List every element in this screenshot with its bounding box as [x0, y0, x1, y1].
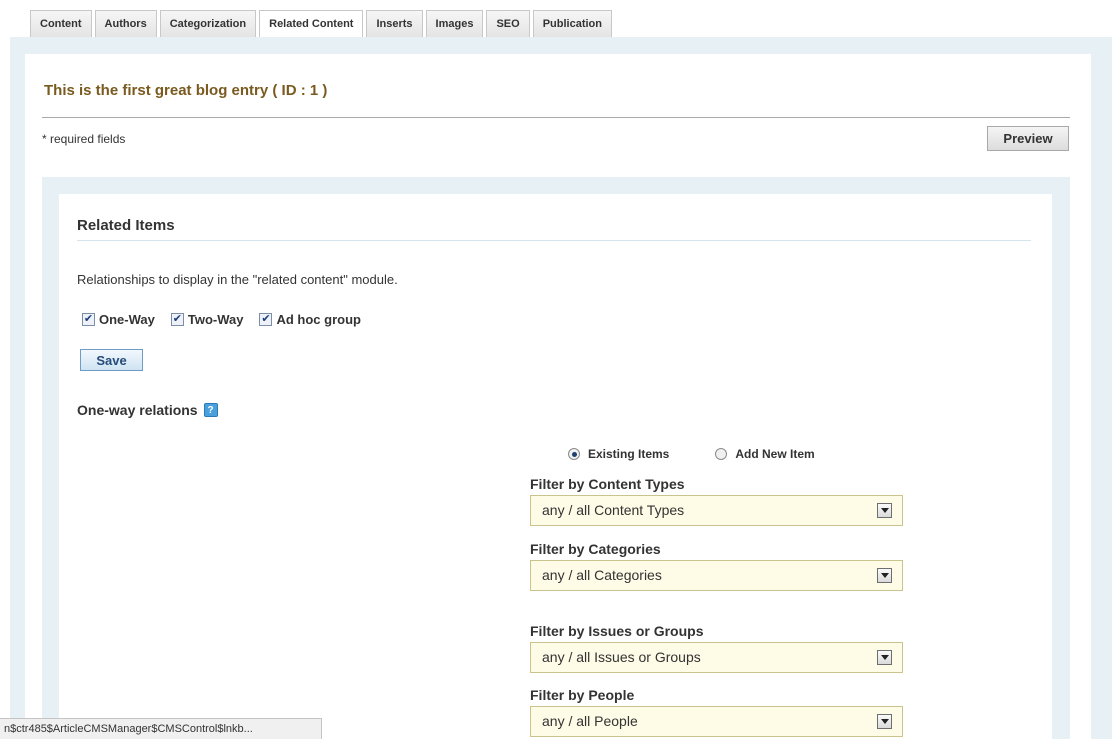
- select-value: any / all People: [542, 713, 638, 729]
- people-select[interactable]: any / all People: [530, 706, 903, 737]
- item-source-radios: Existing Items Add New Item: [568, 447, 861, 461]
- section-divider: [77, 240, 1031, 241]
- select-value: any / all Content Types: [542, 502, 685, 518]
- related-items-heading: Related Items: [77, 217, 175, 234]
- ad-hoc-group-checkbox[interactable]: ✔ Ad hoc group: [259, 312, 361, 327]
- relationship-checkboxes: ✔ One-Way ✔ Two-Way ✔ Ad hoc group: [82, 312, 377, 327]
- issues-groups-select[interactable]: any / all Issues or Groups: [530, 642, 903, 673]
- dropdown-arrow-icon[interactable]: [877, 650, 892, 665]
- checkbox-checked-icon[interactable]: ✔: [170, 313, 184, 326]
- select-value: any / all Categories: [542, 567, 662, 583]
- one-way-checkbox[interactable]: ✔ One-Way: [82, 312, 155, 327]
- checkbox-checked-icon[interactable]: ✔: [259, 313, 273, 326]
- dropdown-arrow-icon[interactable]: [877, 568, 892, 583]
- tab-publication[interactable]: Publication: [532, 10, 612, 37]
- tab-related-content[interactable]: Related Content: [259, 10, 364, 37]
- checkbox-label: One-Way: [99, 312, 155, 327]
- radio-unselected-icon[interactable]: [715, 448, 728, 460]
- filter-categories-label: Filter by Categories: [530, 541, 661, 557]
- title-divider: [42, 117, 1070, 118]
- one-way-relations-heading: One-way relations ?: [77, 402, 218, 418]
- filter-content-types-label: Filter by Content Types: [530, 476, 685, 492]
- checkbox-label: Two-Way: [187, 312, 244, 327]
- page-title: This is the first great blog entry ( ID …: [44, 82, 328, 99]
- browser-status-bar: n$ctr485$ArticleCMSManager$CMSControl$ln…: [0, 718, 322, 739]
- existing-items-radio[interactable]: Existing Items: [568, 447, 669, 461]
- tab-categorization[interactable]: Categorization: [159, 10, 257, 37]
- one-way-relations-label: One-way relations: [77, 402, 198, 418]
- tab-inserts[interactable]: Inserts: [366, 10, 423, 37]
- save-button[interactable]: Save: [80, 349, 143, 371]
- content-types-select[interactable]: any / all Content Types: [530, 495, 903, 526]
- checkbox-checked-icon[interactable]: ✔: [82, 313, 95, 326]
- filter-people-label: Filter by People: [530, 687, 635, 703]
- tab-content[interactable]: Content: [30, 10, 92, 37]
- checkbox-label: Ad hoc group: [276, 312, 361, 327]
- relationships-description: Relationships to display in the "related…: [77, 272, 398, 287]
- filter-issues-groups-label: Filter by Issues or Groups: [530, 623, 704, 639]
- required-fields-note: * required fields: [42, 132, 126, 146]
- tab-seo[interactable]: SEO: [486, 10, 530, 37]
- radio-selected-icon[interactable]: [568, 448, 580, 460]
- tab-authors[interactable]: Authors: [94, 10, 157, 37]
- tab-bar: Content Authors Categorization Related C…: [30, 10, 615, 37]
- dropdown-arrow-icon[interactable]: [877, 503, 892, 518]
- preview-button[interactable]: Preview: [987, 126, 1069, 151]
- select-value: any / all Issues or Groups: [542, 649, 701, 665]
- two-way-checkbox[interactable]: ✔ Two-Way: [170, 312, 244, 327]
- help-icon[interactable]: ?: [203, 403, 218, 417]
- radio-label: Add New Item: [735, 447, 815, 461]
- dropdown-arrow-icon[interactable]: [877, 714, 892, 729]
- tab-images[interactable]: Images: [425, 10, 484, 37]
- add-new-item-radio[interactable]: Add New Item: [715, 447, 815, 461]
- categories-select[interactable]: any / all Categories: [530, 560, 903, 591]
- radio-label: Existing Items: [588, 447, 670, 461]
